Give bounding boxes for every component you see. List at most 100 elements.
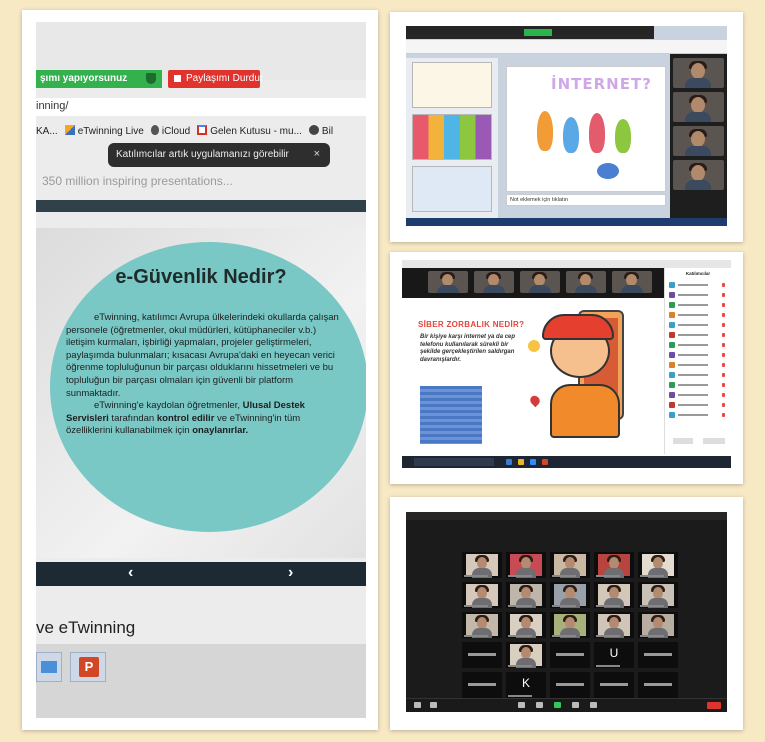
participant-tile[interactable] — [462, 642, 502, 668]
participant-tile[interactable] — [638, 642, 678, 668]
participant-row[interactable] — [669, 392, 729, 399]
participant-row[interactable] — [669, 332, 729, 339]
bookmark-item[interactable]: KA... — [36, 126, 58, 137]
participant-video[interactable] — [506, 582, 546, 608]
participant-name — [678, 334, 708, 336]
bookmark-more[interactable]: Bil — [308, 125, 333, 137]
participant-video[interactable] — [566, 271, 606, 293]
share-status-button[interactable] — [524, 29, 552, 36]
participant-tile[interactable]: K — [506, 672, 546, 698]
close-icon[interactable]: × — [314, 148, 320, 160]
invite-button[interactable] — [673, 438, 693, 444]
participant-video[interactable] — [506, 642, 546, 668]
photo-frame-bottom-right: U K — [390, 497, 743, 730]
participant-video[interactable] — [506, 552, 546, 578]
slide-body: eTwinning, katılımcı Avrupa ülkelerindek… — [66, 312, 346, 438]
participant-video[interactable] — [638, 612, 678, 638]
participant-figure — [510, 614, 542, 638]
slide-thumbnail[interactable] — [412, 166, 492, 212]
participant-video[interactable] — [520, 271, 560, 293]
video-camera-icon[interactable] — [430, 702, 437, 708]
participant-row[interactable] — [669, 302, 729, 309]
participant-row[interactable] — [669, 362, 729, 369]
taskbar-app-button[interactable] — [36, 652, 62, 682]
participant-video[interactable] — [594, 552, 634, 578]
mic-muted-icon — [722, 313, 725, 317]
text-run: eTwinning'e kaydolan öğretmenler, — [94, 400, 243, 412]
address-bar[interactable]: inning/ — [36, 98, 366, 116]
bookmark-icloud[interactable]: iCloud — [150, 125, 190, 137]
participant-row[interactable] — [669, 342, 729, 349]
bookmark-etwinning-live[interactable]: eTwinning Live — [64, 125, 144, 137]
participant-figure — [621, 285, 643, 293]
participant-name — [468, 653, 496, 656]
participant-figure — [598, 584, 630, 608]
participant-row[interactable] — [669, 382, 729, 389]
participant-row[interactable] — [669, 402, 729, 409]
participant-row[interactable] — [669, 312, 729, 319]
participant-video[interactable] — [673, 58, 724, 88]
participant-row[interactable] — [669, 322, 729, 329]
reactions-icon[interactable] — [590, 702, 597, 708]
cyberbullying-slide: SİBER ZORBALIK NEDİR? Bir kişiye karşı i… — [402, 300, 664, 454]
participant-video[interactable] — [638, 582, 678, 608]
participant-name — [596, 605, 620, 607]
powerpoint-icon[interactable] — [542, 459, 548, 465]
taskbar-powerpoint-button[interactable]: P — [70, 652, 106, 682]
participant-video[interactable] — [462, 582, 502, 608]
participant-video[interactable] — [474, 271, 514, 293]
participant-video[interactable] — [673, 126, 724, 156]
participant-tile[interactable] — [550, 672, 590, 698]
end-meeting-button[interactable] — [707, 702, 721, 709]
taskbar-search-box[interactable] — [414, 458, 494, 466]
zoom-icon[interactable] — [530, 459, 536, 465]
participant-video[interactable] — [550, 612, 590, 638]
record-icon[interactable] — [572, 702, 579, 708]
avatar — [669, 352, 675, 358]
participant-video[interactable] — [673, 92, 724, 122]
folder-icon[interactable] — [518, 459, 524, 465]
notes-input[interactable]: Not eklemek için tıklatın — [506, 194, 666, 206]
url-text: inning/ — [36, 100, 69, 112]
slide-thumbnail[interactable] — [412, 114, 492, 160]
mute-all-button[interactable] — [703, 438, 725, 444]
participant-tile[interactable] — [594, 672, 634, 698]
participant-video[interactable] — [462, 552, 502, 578]
participant-video[interactable] — [594, 582, 634, 608]
participants-icon[interactable] — [518, 702, 525, 708]
previous-slide-button[interactable]: ‹ — [128, 564, 133, 582]
bookmark-gmail[interactable]: Gelen Kutusu - mu... — [197, 125, 302, 137]
participant-video[interactable] — [428, 271, 468, 293]
participant-tile[interactable] — [638, 672, 678, 698]
slide-thumbnail[interactable] — [412, 62, 492, 108]
participant-tile[interactable] — [462, 672, 502, 698]
participant-tile[interactable] — [550, 642, 590, 668]
participant-row[interactable] — [669, 352, 729, 359]
microphone-icon[interactable] — [414, 702, 421, 708]
slide-thumbnails-pane — [406, 58, 498, 218]
participant-video[interactable] — [550, 582, 590, 608]
participant-video[interactable] — [594, 612, 634, 638]
participant-video[interactable] — [506, 612, 546, 638]
participant-tile[interactable]: U — [594, 642, 634, 668]
next-slide-button[interactable]: › — [288, 564, 293, 582]
participant-name — [678, 284, 708, 286]
chat-icon[interactable] — [536, 702, 543, 708]
participant-row[interactable] — [669, 372, 729, 379]
share-screen-icon[interactable] — [554, 702, 561, 708]
participants-panel: Katılımcılar — [664, 268, 731, 454]
participant-row[interactable] — [669, 282, 729, 289]
participant-video[interactable] — [612, 271, 652, 293]
participant-video[interactable] — [673, 160, 724, 190]
participant-figure — [685, 180, 711, 190]
participant-row[interactable] — [669, 412, 729, 419]
slide-title: SİBER ZORBALIK NEDİR? — [418, 320, 525, 329]
app-icon[interactable] — [506, 459, 512, 465]
participant-video[interactable] — [638, 552, 678, 578]
participant-figure — [642, 614, 674, 638]
stop-sharing-button[interactable]: Paylaşımı Durdur — [168, 70, 263, 88]
participant-video[interactable] — [462, 612, 502, 638]
participant-row[interactable] — [669, 292, 729, 299]
participant-video[interactable] — [550, 552, 590, 578]
participant-name — [468, 683, 496, 686]
